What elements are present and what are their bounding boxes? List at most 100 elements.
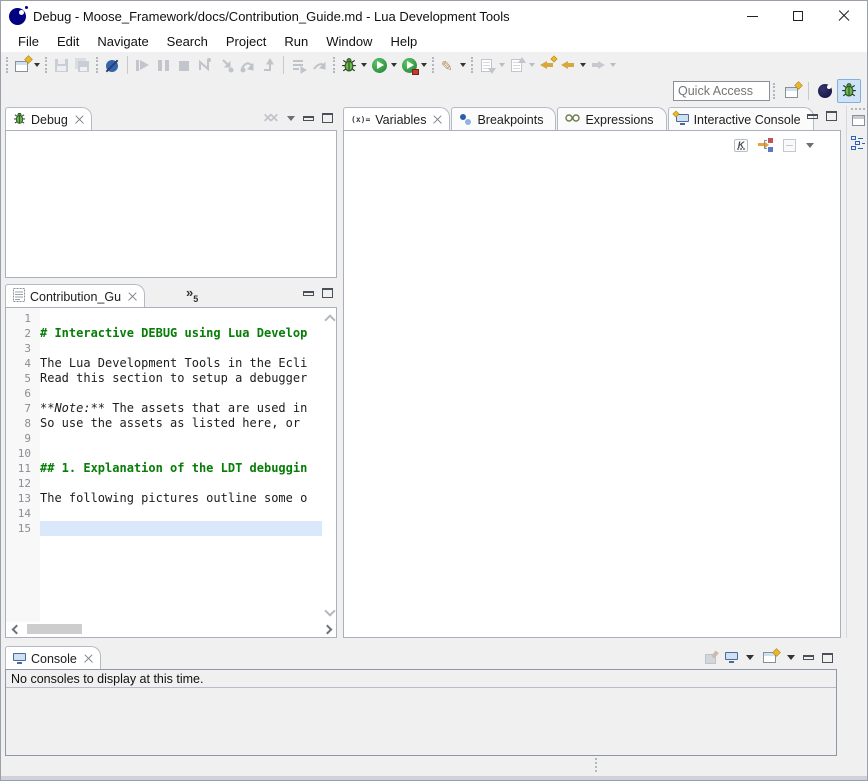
tab-expressions[interactable]: Expressions [557,107,666,131]
window-maximize-button[interactable] [775,1,821,31]
tab-editor-contribution-guide[interactable]: Contribution_Gu [5,284,145,308]
pin-console-icon[interactable] [704,651,717,664]
scrollbar-thumb[interactable] [27,624,82,634]
run-button[interactable] [369,53,399,77]
code-area[interactable]: 12# Interactive DEBUG using Lua Develop3… [6,311,322,536]
save-button[interactable] [51,53,72,77]
code-line[interactable]: 4The Lua Development Tools in the Ecli [6,356,322,371]
maximize-view-icon[interactable] [322,113,333,123]
editor-content[interactable]: 12# Interactive DEBUG using Lua Develop3… [5,307,337,638]
tab-interactive-console[interactable]: Interactive Console [668,107,814,131]
maximize-view-icon[interactable] [322,288,333,298]
menu-item-project[interactable]: Project [217,32,275,51]
horizontal-scrollbar[interactable] [10,622,332,635]
forward-button[interactable] [588,53,618,77]
terminate-button[interactable] [174,53,195,77]
minimize-view-icon[interactable] [303,291,314,296]
tab-console[interactable]: Console [5,646,101,670]
menu-item-search[interactable]: Search [158,32,217,51]
code-line[interactable]: 14 [6,506,322,521]
lua-perspective-button[interactable] [815,79,835,103]
menu-item-run[interactable]: Run [275,32,317,51]
mark-occurrences-button[interactable]: ✎ [438,53,468,77]
menu-item-help[interactable]: Help [381,32,426,51]
close-icon[interactable] [128,292,137,301]
open-perspective-button[interactable] [781,79,804,103]
view-menu-icon[interactable] [806,143,814,148]
step-into-button[interactable] [216,53,237,77]
statusbar-drag-handle[interactable] [595,758,598,772]
code-line[interactable]: 10 [6,446,322,461]
view-menu-icon[interactable] [287,116,295,121]
window-minimize-button[interactable] [729,1,775,31]
close-icon[interactable] [84,654,93,663]
scroll-down-icon[interactable] [325,607,333,615]
line-number: 14 [6,506,40,521]
close-icon[interactable] [75,115,84,124]
scroll-left-icon[interactable] [10,625,18,633]
minimize-view-icon[interactable] [807,114,818,119]
code-line[interactable]: 11## 1. Explanation of the LDT debuggin [6,461,322,476]
code-line[interactable]: 1 [6,311,322,326]
back-button[interactable] [558,53,588,77]
disconnect-button[interactable] [195,53,216,77]
tab-breakpoints[interactable]: Breakpoints [451,107,556,131]
show-type-names-icon[interactable]: K [734,139,748,152]
next-annotation-button[interactable] [477,53,507,77]
maximize-icon [793,11,803,21]
debug-view-content[interactable] [5,130,337,278]
quick-access-input[interactable] [673,81,770,101]
code-line[interactable]: 9 [6,431,322,446]
close-icon[interactable] [433,115,442,124]
use-step-filters-button[interactable] [288,53,309,77]
code-line[interactable]: 12 [6,476,322,491]
code-line[interactable]: 13The following pictures outline some o [6,491,322,506]
maximize-view-icon[interactable] [822,653,833,663]
drop-to-frame-button[interactable] [309,53,330,77]
debug-perspective-button[interactable] [837,79,861,103]
show-logical-structures-icon[interactable] [758,138,773,152]
open-console-button[interactable] [762,650,779,665]
collapse-all-icon[interactable] [783,139,796,152]
scroll-up-icon[interactable] [325,312,333,320]
menu-item-navigate[interactable]: Navigate [88,32,157,51]
resume-button[interactable] [132,53,153,77]
code-line[interactable]: 3 [6,341,322,356]
code-line[interactable]: 2# Interactive DEBUG using Lua Develop [6,326,322,341]
menu-item-file[interactable]: File [9,32,48,51]
variables-view-content[interactable]: K [343,130,841,638]
restore-view-icon[interactable] [852,115,865,126]
code-line[interactable]: 7**Note:** The assets that are used in [6,401,322,416]
remove-terminated-launches-icon[interactable]: ✕✕ [263,111,279,125]
previous-annotation-button[interactable] [507,53,537,77]
hidden-editors-chevron[interactable]: » 5 [186,288,198,304]
menu-item-window[interactable]: Window [317,32,381,51]
debug-button[interactable] [339,53,369,77]
scroll-right-icon[interactable] [324,625,332,633]
code-line[interactable]: 15 [6,521,322,536]
step-return-button[interactable] [258,53,279,77]
tab-debug[interactable]: Debug [5,107,92,131]
window-close-button[interactable] [821,1,867,31]
trim-drag-handle[interactable] [851,108,865,111]
chevron-down-icon[interactable] [787,655,795,660]
code-line[interactable]: 6 [6,386,322,401]
new-wizard-button[interactable] [12,53,42,77]
last-edit-location-button[interactable] [537,53,558,77]
minimize-view-icon[interactable] [303,116,314,121]
code-line[interactable]: 5Read this section to setup a debugger [6,371,322,386]
suspend-button[interactable] [153,53,174,77]
tab-variables[interactable]: (x)= Variables [343,107,450,131]
step-over-button[interactable] [237,53,258,77]
maximize-view-icon[interactable] [826,111,837,121]
skip-all-breakpoints-button[interactable] [102,53,123,77]
save-all-button[interactable] [72,53,93,77]
code-line[interactable]: 8So use the assets as listed here, or [6,416,322,431]
outline-view-icon[interactable] [851,136,865,150]
minimize-view-icon[interactable] [803,655,814,660]
resume-icon [136,60,149,71]
chevron-down-icon[interactable] [746,655,754,660]
external-tools-button[interactable] [399,53,429,77]
display-selected-console-icon[interactable] [725,652,738,663]
menu-item-edit[interactable]: Edit [48,32,88,51]
